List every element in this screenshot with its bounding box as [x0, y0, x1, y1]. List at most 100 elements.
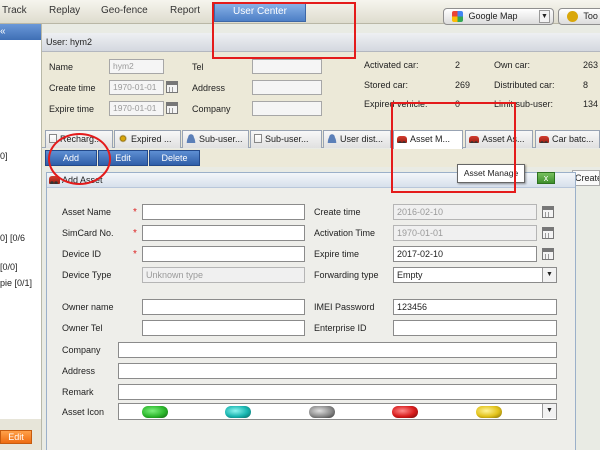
required-mark: *	[133, 228, 137, 239]
stored-car-label: Stored car:	[364, 80, 409, 90]
enterprise-id-input[interactable]	[393, 320, 557, 336]
device-type-field: Unknown type	[142, 267, 305, 283]
tree-item[interactable]: pie [0/1]	[0, 278, 32, 288]
own-car-value: 263	[583, 60, 599, 70]
expire-time-label: Expire time	[314, 249, 360, 259]
left-sidebar: « 0] 0] [0/6 [0/0] pie [0/1] Edit	[0, 24, 42, 450]
calendar-icon	[166, 81, 178, 93]
name-field: hym2	[109, 59, 164, 74]
create-time-label: Create time	[314, 207, 361, 217]
distributed-car-label: Distributed car:	[494, 80, 555, 90]
collapse-icon[interactable]: «	[0, 26, 6, 37]
gray-car-icon[interactable]	[309, 406, 335, 418]
menu-geofence[interactable]: Geo-fence	[101, 5, 148, 16]
user-info-panel: Name hym2 Create time 1970-01-01 Expire …	[42, 52, 600, 128]
stored-car-value: 269	[455, 80, 471, 90]
calendar-icon[interactable]	[542, 227, 554, 239]
tel-field	[252, 59, 322, 74]
company-field	[252, 101, 322, 116]
annotation-circle-add	[48, 133, 111, 185]
annotation-box-user-center	[212, 2, 356, 59]
car-icon	[539, 136, 549, 143]
cyan-car-icon[interactable]	[225, 406, 251, 418]
red-car-icon[interactable]	[392, 406, 418, 418]
asset-icon-label: Asset Icon	[62, 407, 105, 417]
create-time-label: Create time	[49, 83, 96, 93]
tab-user-dist[interactable]: User dist...	[323, 130, 391, 148]
user-icon	[186, 134, 196, 143]
company-input[interactable]	[118, 342, 557, 358]
tree-item[interactable]: [0/0]	[0, 262, 18, 272]
chevron-down-icon: ▼	[542, 268, 556, 282]
annotation-box-asset-manage	[391, 102, 516, 193]
expire-time-input[interactable]: 2017-02-10	[393, 246, 537, 262]
address-input[interactable]	[118, 363, 557, 379]
enterprise-id-label: Enterprise ID	[314, 323, 367, 333]
tab-sub-user-2[interactable]: Sub-user...	[250, 130, 322, 148]
tab-car-batch[interactable]: Car batc...	[535, 130, 600, 148]
remark-label: Remark	[62, 387, 94, 397]
edit-button[interactable]: Edit	[0, 430, 32, 444]
tab-expired[interactable]: Expired ...	[114, 130, 181, 148]
owner-name-label: Owner name	[62, 302, 114, 312]
menu-replay[interactable]: Replay	[49, 5, 80, 16]
address-field	[252, 80, 322, 95]
imei-password-label: IMEI Password	[314, 302, 375, 312]
map-selector[interactable]: Google Map ▼	[443, 8, 554, 25]
calendar-icon[interactable]	[542, 248, 554, 260]
expire-time-field: 1970-01-01	[109, 101, 164, 116]
owner-name-input[interactable]	[142, 299, 305, 315]
menu-report[interactable]: Report	[170, 5, 200, 16]
chevron-down-icon: ▼	[539, 10, 550, 23]
user-icon	[327, 134, 337, 143]
device-id-input[interactable]	[142, 246, 305, 262]
simcard-label: SimCard No.	[62, 228, 114, 238]
doc-icon	[254, 134, 262, 143]
tree-item[interactable]: 0] [0/6	[0, 233, 25, 243]
green-car-icon[interactable]	[142, 406, 168, 418]
calendar-icon	[166, 102, 178, 114]
gear-icon	[118, 134, 128, 143]
tools-label: Too	[583, 11, 598, 21]
address-label: Address	[62, 366, 96, 376]
menu-track[interactable]: Track	[2, 5, 27, 16]
remark-input[interactable]	[118, 384, 557, 400]
forwarding-type-value: Empty	[397, 270, 423, 280]
asset-name-input[interactable]	[142, 204, 305, 220]
expire-time-label: Expire time	[49, 104, 95, 114]
simcard-input[interactable]	[142, 225, 305, 241]
function-tabs: Recharg... Expired ... Sub-user... Sub-u…	[42, 128, 600, 149]
required-mark: *	[133, 207, 137, 218]
tel-label: Tel	[192, 62, 204, 72]
own-car-label: Own car:	[494, 60, 531, 70]
activated-car-value: 2	[455, 60, 461, 70]
tools-menu[interactable]: Too	[558, 8, 600, 25]
distributed-car-value: 8	[583, 80, 589, 90]
tab-sub-user-1[interactable]: Sub-user...	[182, 130, 249, 148]
user-label: User: hym2	[46, 37, 93, 47]
chevron-down-icon: ▼	[542, 404, 556, 418]
create-time-field: 1970-01-01	[109, 80, 164, 95]
calendar-icon[interactable]	[542, 206, 554, 218]
owner-tel-label: Owner Tel	[62, 323, 103, 333]
asset-name-label: Asset Name	[62, 207, 112, 217]
delete-button[interactable]: Delete	[149, 150, 200, 166]
activated-car-label: Activated car:	[364, 60, 419, 70]
device-type-label: Device Type	[62, 270, 112, 280]
yellow-car-icon[interactable]	[476, 406, 502, 418]
tree-item[interactable]: 0]	[0, 151, 8, 161]
activation-time-field: 1970-01-01	[393, 225, 537, 241]
map-selector-label: Google Map	[468, 11, 518, 21]
create-time-field: 2016-02-10	[393, 204, 537, 220]
tools-icon	[567, 11, 578, 22]
activation-time-label: Activation Time	[314, 228, 376, 238]
owner-tel-input[interactable]	[142, 320, 305, 336]
company-label: Company	[62, 345, 101, 355]
device-id-label: Device ID	[62, 249, 102, 259]
forwarding-type-select[interactable]: Empty ▼	[393, 267, 557, 283]
imei-password-input[interactable]: 123456	[393, 299, 557, 315]
forwarding-type-label: Forwarding type	[314, 270, 379, 280]
google-logo-icon	[452, 11, 463, 22]
close-button[interactable]: x	[537, 172, 555, 184]
name-label: Name	[49, 62, 74, 72]
